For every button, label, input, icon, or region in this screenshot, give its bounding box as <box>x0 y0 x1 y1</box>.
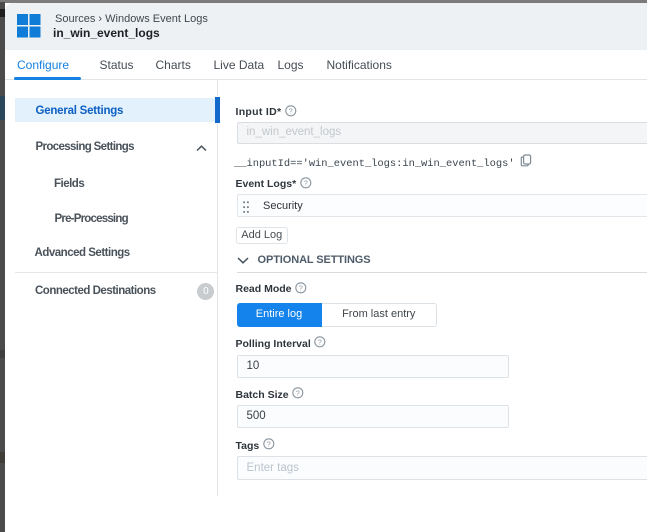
svg-text:?: ? <box>267 441 271 448</box>
svg-text:?: ? <box>304 180 308 187</box>
svg-text:?: ? <box>299 285 303 292</box>
svg-text:?: ? <box>318 339 322 346</box>
svg-text:?: ? <box>289 108 293 115</box>
svg-text:?: ? <box>296 390 300 397</box>
